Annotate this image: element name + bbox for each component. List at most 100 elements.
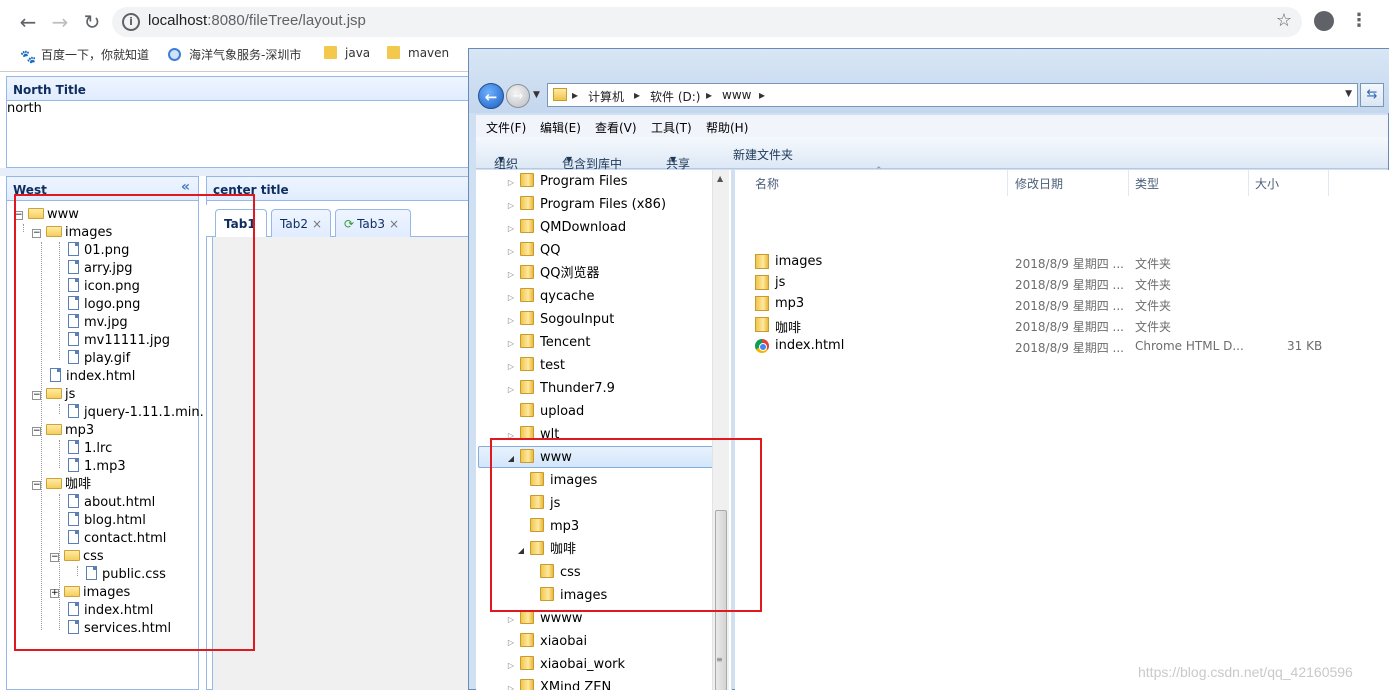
file-row[interactable]: 咖啡 2018/8/9 星期四 ... 文件夹 bbox=[735, 315, 1385, 336]
expand-icon[interactable]: ▷ bbox=[506, 241, 516, 263]
tree-node-file[interactable]: index.html bbox=[68, 602, 153, 620]
column-divider[interactable] bbox=[1248, 170, 1249, 196]
nav-item[interactable]: ▷ XMind ZEN bbox=[506, 677, 611, 690]
info-icon[interactable]: i bbox=[122, 13, 140, 31]
column-header-size[interactable]: 大小 bbox=[1255, 175, 1279, 197]
expand-icon[interactable]: ▷ bbox=[506, 655, 516, 677]
expand-icon[interactable]: ▷ bbox=[506, 287, 516, 309]
bookmark-java[interactable]: java bbox=[324, 46, 370, 60]
tree-node-images[interactable]: − images bbox=[32, 224, 112, 242]
expand-icon[interactable]: ▷ bbox=[506, 379, 516, 401]
file-row[interactable]: index.html 2018/8/9 星期四 ... Chrome HTML D.… bbox=[735, 336, 1385, 357]
expand-icon[interactable]: ▷ bbox=[506, 172, 516, 194]
nav-item[interactable]: js bbox=[516, 493, 560, 515]
expand-toggle-icon[interactable]: + bbox=[50, 589, 59, 598]
profile-avatar-icon[interactable] bbox=[1314, 11, 1334, 31]
tab-2[interactable]: Tab2 × bbox=[271, 209, 331, 237]
menu-item-view[interactable]: 查看(V) bbox=[595, 119, 637, 136]
tree-node-file[interactable]: blog.html bbox=[68, 512, 146, 530]
column-header-type[interactable]: 类型 bbox=[1135, 175, 1159, 197]
nav-item[interactable]: css bbox=[526, 562, 581, 584]
collapse-toggle-icon[interactable]: − bbox=[50, 553, 59, 562]
nav-item[interactable]: ▷ Program Files (x86) bbox=[506, 194, 666, 216]
column-divider[interactable] bbox=[1007, 170, 1008, 196]
nav-item[interactable]: ▷ QMDownload bbox=[506, 217, 626, 239]
nav-item[interactable]: ▷ wwww bbox=[506, 608, 583, 630]
url-text[interactable]: localhost:8080/fileTree/layout.jsp bbox=[148, 12, 366, 29]
menu-icon[interactable]: ⋮ bbox=[1350, 10, 1368, 31]
nav-item[interactable]: ▷ Tencent bbox=[506, 332, 590, 354]
file-row[interactable]: mp3 2018/8/9 星期四 ... 文件夹 bbox=[735, 294, 1385, 315]
column-divider[interactable] bbox=[1128, 170, 1129, 196]
tab-3[interactable]: ⟳ Tab3 × bbox=[335, 209, 411, 237]
nav-item[interactable]: ▷ xiaobai bbox=[506, 631, 587, 653]
nav-item[interactable]: ▷ qycache bbox=[506, 286, 594, 308]
collapse-toggle-icon[interactable]: − bbox=[32, 391, 41, 400]
column-divider[interactable] bbox=[1328, 170, 1329, 196]
nav-item[interactable]: mp3 bbox=[516, 516, 579, 538]
collapse-toggle-icon[interactable]: − bbox=[14, 211, 23, 220]
tree-node-file[interactable]: services.html bbox=[68, 620, 171, 638]
menu-item-edit[interactable]: 编辑(E) bbox=[540, 119, 581, 136]
breadcrumb-item[interactable]: 软件 (D:) bbox=[650, 88, 700, 105]
file-row[interactable]: js 2018/8/9 星期四 ... 文件夹 bbox=[735, 273, 1385, 294]
collapse-left-icon[interactable]: « bbox=[181, 179, 190, 195]
tree-node-file[interactable]: mv.jpg bbox=[68, 314, 128, 332]
nav-item[interactable]: ◢ 咖啡 bbox=[516, 539, 576, 561]
bookmark-weather[interactable]: 海洋气象服务-深圳市 bbox=[168, 46, 301, 63]
expand-icon[interactable]: ▷ bbox=[506, 356, 516, 378]
scroll-up-icon[interactable]: ▲ bbox=[717, 174, 723, 183]
tree-node-file[interactable]: 01.png bbox=[68, 242, 129, 260]
menu-item-tools[interactable]: 工具(T) bbox=[651, 119, 692, 136]
nav-item[interactable]: ▷ Program Files bbox=[506, 171, 628, 193]
expand-icon[interactable]: ▷ bbox=[506, 609, 516, 631]
tree-node-file[interactable]: play.gif bbox=[68, 350, 130, 368]
tree-node-www[interactable]: − www bbox=[14, 206, 79, 224]
forward-arrow-icon[interactable]: → bbox=[48, 10, 72, 34]
breadcrumb-item[interactable]: 计算机 bbox=[588, 88, 624, 105]
bookmark-maven[interactable]: maven bbox=[387, 46, 449, 60]
collapse-icon[interactable]: ◢ bbox=[506, 448, 516, 470]
tree-node-images-collapsed[interactable]: + images bbox=[50, 584, 130, 602]
file-row[interactable]: images 2018/8/9 星期四 ... 文件夹 bbox=[735, 252, 1385, 273]
tree-node-file[interactable]: about.html bbox=[68, 494, 155, 512]
nav-item[interactable]: ▷ Thunder7.9 bbox=[506, 378, 615, 400]
expand-icon[interactable]: ▷ bbox=[506, 310, 516, 332]
back-arrow-icon[interactable]: ← bbox=[478, 83, 504, 109]
tree-node-file[interactable]: public.css bbox=[86, 566, 166, 584]
nav-item[interactable]: ▷ QQ浏览器 bbox=[506, 263, 599, 285]
tree-node-mp3[interactable]: − mp3 bbox=[32, 422, 94, 440]
tree-node-coffee[interactable]: − 咖啡 bbox=[32, 476, 91, 494]
expand-icon[interactable]: ▷ bbox=[506, 333, 516, 355]
tree-node-file[interactable]: 1.lrc bbox=[68, 440, 112, 458]
collapse-toggle-icon[interactable]: − bbox=[32, 481, 41, 490]
expand-icon[interactable]: ▷ bbox=[506, 195, 516, 217]
close-icon[interactable]: × bbox=[312, 217, 322, 231]
menu-item-help[interactable]: 帮助(H) bbox=[706, 119, 748, 136]
collapse-icon[interactable]: ◢ bbox=[516, 540, 526, 562]
explorer-address-bar[interactable]: ▸ 计算机 ▸ 软件 (D:) ▸ www ▸ ▼ bbox=[547, 83, 1358, 107]
address-bar[interactable]: i localhost:8080/fileTree/layout.jsp ☆ bbox=[112, 7, 1302, 37]
breadcrumb-item[interactable]: www bbox=[722, 88, 751, 102]
bookmark-star-icon[interactable]: ☆ bbox=[1276, 10, 1292, 31]
nav-scrollbar[interactable]: ▲ ≡ bbox=[712, 170, 729, 690]
collapse-toggle-icon[interactable]: − bbox=[32, 427, 41, 436]
back-arrow-icon[interactable]: ← bbox=[16, 10, 40, 34]
nav-item[interactable]: ▷ wlt bbox=[506, 424, 559, 446]
nav-item[interactable]: ▷ SogouInput bbox=[506, 309, 614, 331]
history-dropdown-icon[interactable]: ▼ bbox=[533, 90, 540, 100]
tree-node-file[interactable]: mv11111.jpg bbox=[68, 332, 170, 350]
expand-icon[interactable]: ▷ bbox=[506, 218, 516, 240]
nav-item-selected[interactable]: ◢ www bbox=[478, 446, 716, 468]
column-header-date[interactable]: 修改日期 bbox=[1015, 175, 1063, 197]
nav-item[interactable]: ▷ xiaobai_work bbox=[506, 654, 625, 676]
tree-node-file[interactable]: icon.png bbox=[68, 278, 140, 296]
nav-item[interactable]: ▷ test bbox=[506, 355, 565, 377]
tree-node-file[interactable]: arry.jpg bbox=[68, 260, 133, 278]
tree-node-file[interactable]: logo.png bbox=[68, 296, 140, 314]
reload-icon[interactable]: ↻ bbox=[80, 10, 104, 34]
bookmark-baidu[interactable]: 🐾 百度一下，你就知道 bbox=[20, 46, 149, 65]
nav-item[interactable]: images bbox=[526, 585, 607, 607]
tree-node-file[interactable]: jquery-1.11.1.min. bbox=[68, 404, 204, 422]
menu-item-file[interactable]: 文件(F) bbox=[486, 119, 526, 136]
